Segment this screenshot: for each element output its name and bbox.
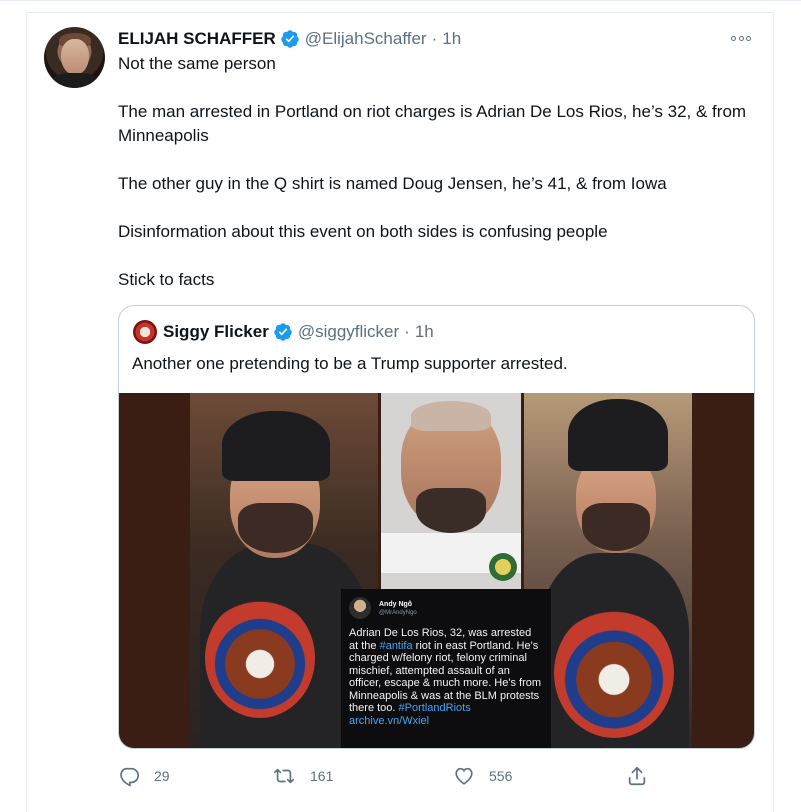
retweet-button[interactable]: 161: [272, 763, 333, 789]
embedded-text: Adrian De Los Rios, 32, was arrested at …: [349, 627, 542, 727]
top-divider: [0, 0, 801, 1]
quote-display-name[interactable]: Siggy Flicker: [163, 322, 269, 342]
tweet-line: Stick to facts: [118, 270, 215, 289]
tweet-text: Not the same person The man arrested in …: [118, 52, 748, 292]
tweet-header: ELIJAH SCHAFFER @ElijahSchaffer · 1h: [118, 28, 461, 50]
verified-badge-icon: [280, 30, 299, 48]
share-icon: [628, 766, 646, 786]
quote-handle[interactable]: @siggyflicker: [298, 322, 399, 342]
reply-icon: [120, 767, 139, 787]
like-icon: [455, 767, 473, 785]
embedded-name: Andy Ngô: [379, 600, 413, 608]
reply-button[interactable]: 29: [118, 763, 170, 789]
quoted-tweet[interactable]: Siggy Flicker @siggyflicker · 1h Another…: [118, 305, 755, 749]
verified-badge-icon: [274, 323, 292, 341]
more-options-icon[interactable]: [728, 29, 754, 47]
embedded-handle: @MrAndyNgo: [379, 609, 417, 616]
quote-header: Siggy Flicker @siggyflicker · 1h: [163, 320, 434, 344]
retweet-count: 161: [310, 768, 334, 784]
separator-dot: ·: [404, 322, 410, 341]
avatar[interactable]: [44, 27, 105, 88]
separator-dot: ·: [431, 29, 438, 48]
display-name[interactable]: ELIJAH SCHAFFER: [118, 29, 276, 49]
tweet-line: Not the same person: [118, 54, 276, 73]
embedded-avatar: [349, 597, 371, 619]
like-count: 556: [489, 768, 513, 784]
quote-media-image[interactable]: Andy Ngô @MrAndyNgo Adrian De Los Rios, …: [119, 393, 754, 748]
tweet-line: The other guy in the Q shirt is named Do…: [118, 174, 667, 193]
handle[interactable]: @ElijahSchaffer: [305, 29, 427, 49]
reply-count: 29: [154, 768, 170, 784]
share-button[interactable]: [626, 763, 648, 789]
tweet-line: Disinformation about this event on both …: [118, 222, 608, 241]
quote-timestamp[interactable]: 1h: [415, 322, 434, 342]
quote-avatar[interactable]: [133, 320, 157, 344]
timestamp[interactable]: 1h: [442, 29, 461, 49]
tweet-actions: 29 161 556: [118, 763, 658, 789]
like-button[interactable]: 556: [453, 763, 512, 789]
retweet-icon: [274, 768, 294, 784]
tweet-line: The man arrested in Portland on riot cha…: [118, 102, 747, 145]
quote-text: Another one pretending to be a Trump sup…: [132, 354, 568, 373]
embedded-tweet-screenshot: Andy Ngô @MrAndyNgo Adrian De Los Rios, …: [341, 589, 551, 748]
